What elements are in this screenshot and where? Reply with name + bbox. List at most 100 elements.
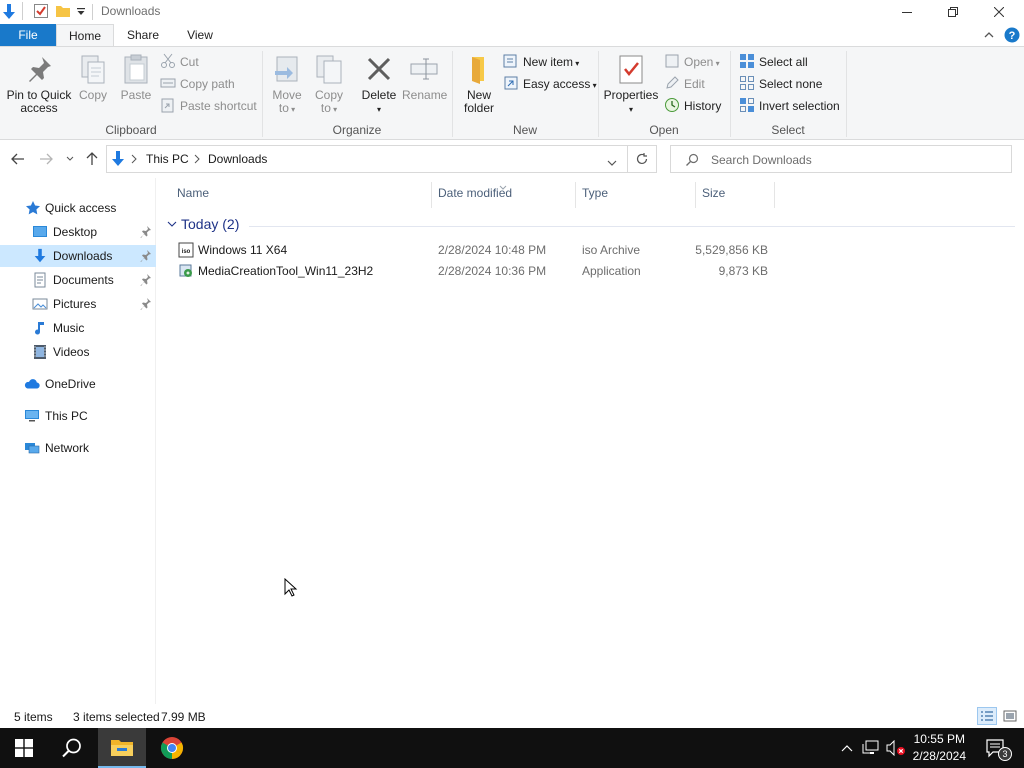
properties-quick-icon[interactable] [33,3,49,22]
table-row[interactable]: iso Windows 11 X64 2/28/2024 10:48 PM is… [173,240,773,261]
nav-network[interactable]: Network [0,437,156,459]
nav-documents[interactable]: Documents [0,269,156,291]
network-wired-icon [862,740,879,754]
invert-selection-label: Invert selection [759,99,840,113]
column-header-date-modified[interactable]: Date modified [438,186,512,200]
onedrive-cloud-icon [24,379,40,389]
desktop-icon [33,226,47,237]
chrome-icon [161,737,183,759]
new-item-button[interactable]: New item ▾ [503,52,579,72]
file-size: 5,529,856 KB [695,243,768,257]
copy-label: Copy [78,88,107,102]
help-button[interactable]: ? [1004,27,1020,46]
copy-path-button[interactable]: Copy path [160,74,235,94]
pin-icon[interactable] [140,225,152,239]
breadcrumb-downloads[interactable]: Downloads [208,152,267,166]
nav-desktop[interactable]: Desktop [0,221,156,243]
properties-button[interactable]: Properties ▾ [603,53,659,116]
easy-access-button[interactable]: Easy access ▾ [503,74,597,94]
search-icon [62,738,81,758]
select-all-button[interactable]: Select all [739,52,808,72]
copy-button[interactable]: Copy [76,53,110,102]
column-divider[interactable] [695,182,696,208]
paste-shortcut-button[interactable]: Paste shortcut [160,96,257,116]
tab-share[interactable]: Share [114,24,172,46]
copy-to-label-1: Copy [314,88,343,102]
network-icon [25,443,40,454]
new-folder-button[interactable]: New folder [458,53,500,115]
file-explorer-taskbar-button[interactable] [98,728,146,768]
nav-quick-access[interactable]: Quick access [0,197,156,219]
paste-shortcut-icon [161,98,174,113]
edit-button[interactable]: Edit [664,74,705,94]
delete-button[interactable]: Delete ▾ [358,53,400,116]
new-folder-quick-icon[interactable] [55,3,71,22]
copy-icon [81,55,105,84]
address-history-dropdown[interactable] [607,156,617,170]
select-none-button[interactable]: Select none [739,74,822,94]
restore-button[interactable] [930,0,976,24]
history-button[interactable]: History [664,96,721,116]
copy-path-icon [160,78,176,88]
column-divider[interactable] [575,182,576,208]
network-tray-button[interactable] [860,728,882,768]
refresh-button[interactable] [627,145,657,173]
chrome-taskbar-button[interactable] [148,728,196,768]
nav-this-pc[interactable]: This PC [0,405,156,427]
column-header-size[interactable]: Size [702,186,725,200]
edit-icon [666,76,679,89]
search-taskbar-button[interactable] [48,728,96,768]
open-label: Open [684,55,714,69]
column-header-type[interactable]: Type [582,186,608,200]
history-icon [665,98,679,112]
pin-icon[interactable] [140,297,152,311]
move-to-icon [275,56,298,82]
start-button[interactable] [0,728,48,768]
file-size: 9,873 KB [718,264,768,278]
nav-desktop-label: Desktop [53,225,98,239]
videos-icon [34,345,46,359]
paste-button[interactable]: Paste [118,53,154,102]
pin-icon[interactable] [140,273,152,287]
action-center-button[interactable]: 3 [976,728,1016,768]
volume-tray-button[interactable] [884,728,908,768]
tab-file[interactable]: File [0,24,56,46]
table-row[interactable]: MediaCreationTool_Win11_23H2 2/28/2024 1… [173,261,773,282]
details-view-button[interactable] [977,707,997,725]
pin-to-quick-access-button[interactable]: Pin to Quick access [4,53,74,115]
nav-pictures[interactable]: Pictures [0,293,156,315]
nav-videos[interactable]: Videos [0,341,156,363]
minimize-ribbon-button[interactable] [982,28,996,45]
column-divider[interactable] [774,182,775,208]
cut-button[interactable]: Cut [160,52,199,72]
column-header-name[interactable]: Name [177,186,209,200]
open-button[interactable]: Open ▾ [664,52,720,72]
minimize-button[interactable] [884,0,930,24]
close-button[interactable] [976,0,1022,24]
move-to-button[interactable]: Move to ▾ [268,53,306,116]
recent-locations-button[interactable] [62,150,78,168]
copy-to-button[interactable]: Copy to ▾ [310,53,348,116]
address-bar[interactable]: This PC Downloads [106,145,628,173]
invert-selection-button[interactable]: Invert selection [739,96,840,116]
customize-quick-access-icon[interactable] [76,6,86,20]
taskbar-clock[interactable]: 10:55 PM 2/28/2024 [913,731,966,765]
nav-downloads[interactable]: Downloads [0,245,156,267]
tab-home[interactable]: Home [56,24,114,47]
back-button[interactable] [8,150,28,168]
large-icons-view-button[interactable] [1000,707,1020,725]
breadcrumb-this-pc[interactable]: This PC [146,152,189,166]
nav-music[interactable]: Music [0,317,156,339]
cut-label: Cut [180,55,199,69]
show-hidden-icons-button[interactable] [838,728,856,768]
pin-icon[interactable] [140,249,152,263]
group-header-today[interactable]: Today (2) [165,216,1015,236]
tab-view[interactable]: View [172,24,228,46]
nav-onedrive[interactable]: OneDrive [0,373,156,395]
rename-button[interactable]: Rename [402,53,447,102]
forward-button[interactable] [36,150,56,168]
downloads-location-icon [110,150,126,171]
search-box[interactable]: Search Downloads [670,145,1012,173]
column-divider[interactable] [431,182,432,208]
up-button[interactable] [82,150,102,168]
